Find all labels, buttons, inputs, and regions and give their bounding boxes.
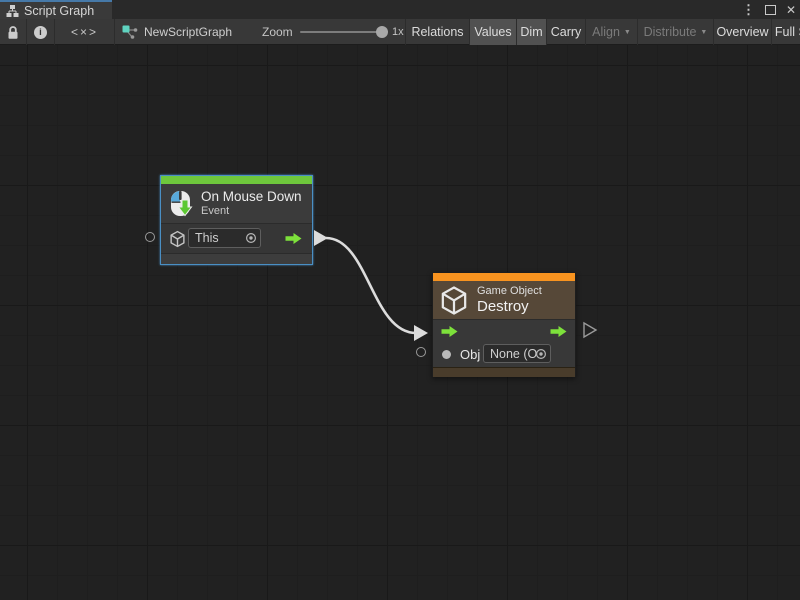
- node-footer: [433, 367, 575, 377]
- script-graph-window: Script Graph ⋮ ✕ i <×>: [0, 0, 800, 600]
- graph-name-label: NewScriptGraph: [144, 25, 232, 39]
- lock-icon: [6, 25, 20, 40]
- object-picker-icon[interactable]: [535, 348, 547, 360]
- node-subtitle: Event: [201, 205, 302, 218]
- connection-layer: [0, 45, 800, 600]
- toolbar-buttons: Relations Values Dim Carry Align ▼ Distr…: [405, 19, 800, 45]
- dim-button[interactable]: Dim: [517, 19, 547, 45]
- node-on-mouse-down[interactable]: On Mouse Down Event This: [160, 175, 313, 265]
- lock-button[interactable]: [0, 19, 27, 45]
- zoom-value: 1x: [392, 19, 404, 45]
- tab-title: Script Graph: [24, 4, 94, 18]
- close-icon[interactable]: ✕: [786, 4, 796, 16]
- unit-accent-bar: [433, 273, 575, 281]
- object-picker-icon[interactable]: [245, 232, 257, 244]
- window-menu-icon[interactable]: ⋮: [742, 3, 755, 16]
- align-button[interactable]: Align ▼: [586, 19, 638, 45]
- values-button[interactable]: Values: [470, 19, 517, 45]
- graph-toolbar: i <×> NewScriptGraph Zoom 1x: [0, 19, 800, 45]
- tab-script-graph[interactable]: Script Graph: [0, 0, 112, 19]
- maximize-icon[interactable]: [765, 5, 776, 15]
- param-label: Obj: [460, 347, 480, 362]
- flow-input-arrow-icon[interactable]: [441, 326, 458, 337]
- fullscreen-button[interactable]: Full Screen: [772, 19, 800, 45]
- edit-code-button[interactable]: <×>: [55, 19, 115, 45]
- distribute-button[interactable]: Distribute ▼: [638, 19, 714, 45]
- node-header: Game Object Destroy: [433, 281, 575, 319]
- flow-continue-port[interactable]: [584, 323, 596, 337]
- window-controls: ⋮ ✕: [742, 0, 796, 19]
- graph-selector[interactable]: NewScriptGraph: [122, 19, 232, 45]
- flow-port-row: [433, 320, 575, 342]
- node-title: Destroy: [477, 298, 542, 316]
- zoom-slider-track[interactable]: [300, 31, 384, 33]
- connection-start-arrow: [314, 230, 328, 246]
- node-port-row: This: [161, 223, 312, 253]
- graph-hierarchy-icon: [6, 5, 19, 17]
- target-object-field[interactable]: This: [188, 228, 261, 248]
- event-target-port[interactable]: [145, 232, 155, 242]
- node-body: Obj None (O: [433, 319, 575, 367]
- value-port-row: Obj None (O: [433, 342, 575, 367]
- mouse-down-icon: [169, 190, 193, 218]
- object-value-field[interactable]: None (O: [483, 344, 551, 363]
- node-header: On Mouse Down Event: [161, 184, 312, 223]
- chevron-down-icon: ▼: [624, 29, 631, 36]
- game-object-cube-icon: [169, 230, 186, 248]
- event-accent-bar: [161, 176, 312, 184]
- connection-end-arrow: [414, 325, 428, 341]
- node-destroy[interactable]: Game Object Destroy: [432, 272, 576, 377]
- tab-bar: Script Graph ⋮ ✕: [0, 0, 800, 19]
- flow-connection-wire[interactable]: [326, 238, 416, 333]
- flow-output-arrow-icon[interactable]: [285, 233, 302, 244]
- zoom-slider-handle[interactable]: [376, 26, 388, 38]
- value-port-dot[interactable]: [442, 350, 451, 359]
- chevron-down-icon: ▼: [700, 29, 707, 36]
- code-icon: <×>: [71, 25, 98, 39]
- zoom-label: Zoom: [262, 19, 293, 45]
- graph-asset-icon: [122, 25, 138, 39]
- node-category: Game Object: [477, 285, 542, 298]
- flow-output-arrow-icon[interactable]: [550, 326, 567, 337]
- graph-canvas[interactable]: On Mouse Down Event This: [0, 45, 800, 600]
- destroy-obj-port[interactable]: [416, 347, 426, 357]
- toolbar-left-group: i <×>: [0, 19, 115, 45]
- overview-button[interactable]: Overview: [714, 19, 772, 45]
- node-title: On Mouse Down: [201, 189, 302, 205]
- carry-button[interactable]: Carry: [547, 19, 586, 45]
- info-button[interactable]: i: [27, 19, 55, 45]
- relations-button[interactable]: Relations: [406, 19, 470, 45]
- node-footer: [161, 253, 312, 264]
- game-object-cube-icon: [439, 285, 469, 316]
- info-icon: i: [34, 26, 47, 39]
